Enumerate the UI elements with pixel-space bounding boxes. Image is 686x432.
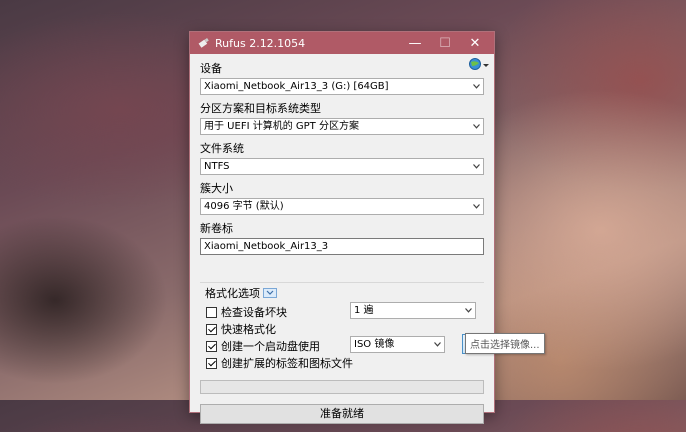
usb-drive-icon [198, 37, 210, 49]
chevron-down-icon [473, 204, 480, 209]
filesystem-select[interactable]: NTFS [200, 158, 484, 175]
window-title: Rufus 2.12.1054 [215, 36, 306, 50]
bootable-row[interactable]: 创建一个启动盘使用 [206, 338, 320, 354]
extended-label-label: 创建扩展的标签和图标文件 [221, 357, 353, 370]
chevron-down-icon [473, 164, 480, 169]
progress-bar [200, 380, 484, 394]
status-bar: 准备就绪 [200, 404, 484, 424]
device-value: Xiaomi_Netbook_Air13_3 (G:) [64GB] [204, 81, 389, 92]
passes-select[interactable]: 1 遍 [350, 302, 476, 319]
rufus-window: Rufus 2.12.1054 — ☐ ✕ 设备 Xiaomi_Netbook_… [190, 32, 494, 424]
check-bad-blocks-row[interactable]: 检查设备坏块 [206, 304, 287, 320]
format-options-group: 格式化选项 检查设备坏块 1 遍 快速格式化 创建一个启动盘使用 ISO 镜像 … [200, 282, 484, 371]
language-button[interactable] [468, 57, 492, 74]
title-bar[interactable]: Rufus 2.12.1054 — ☐ ✕ [190, 32, 494, 54]
chevron-down-icon [473, 124, 480, 129]
volume-label-input[interactable]: Xiaomi_Netbook_Air13_3 [200, 238, 484, 255]
cluster-size-value: 4096 字节 (默认) [204, 201, 284, 212]
format-options-header[interactable]: 格式化选项 [205, 285, 277, 301]
boot-type-select[interactable]: ISO 镜像 [350, 336, 445, 353]
select-image-tooltip: 点击选择镜像... [465, 333, 545, 354]
chevron-down-icon [465, 308, 472, 313]
maximize-button[interactable]: ☐ [430, 32, 460, 54]
close-button[interactable]: ✕ [460, 32, 490, 54]
passes-value: 1 遍 [354, 305, 374, 316]
main-panel: 设备 Xiaomi_Netbook_Air13_3 (G:) [64GB] 分区… [200, 54, 489, 432]
minimize-button[interactable]: — [400, 32, 430, 54]
boot-type-value: ISO 镜像 [354, 339, 395, 350]
volume-label-label: 新卷标 [200, 222, 233, 235]
quick-format-label: 快速格式化 [221, 323, 276, 336]
expand-toggle-icon [263, 288, 277, 298]
quick-format-checkbox[interactable] [206, 323, 217, 335]
chevron-down-icon [473, 84, 480, 89]
chevron-down-icon [434, 342, 441, 347]
extended-label-row[interactable]: 创建扩展的标签和图标文件 [206, 355, 353, 371]
cluster-size-select[interactable]: 4096 字节 (默认) [200, 198, 484, 215]
bootable-label: 创建一个启动盘使用 [221, 340, 320, 353]
check-bad-blocks-checkbox[interactable] [206, 306, 217, 318]
device-label: 设备 [200, 62, 222, 75]
partition-value: 用于 UEFI 计算机的 GPT 分区方案 [204, 121, 359, 132]
quick-format-row[interactable]: 快速格式化 [206, 321, 276, 337]
extended-label-checkbox[interactable] [206, 357, 217, 369]
chevron-down-icon [482, 59, 490, 72]
bootable-checkbox[interactable] [206, 340, 217, 352]
cluster-size-label: 簇大小 [200, 182, 233, 195]
globe-icon [468, 57, 482, 74]
filesystem-label: 文件系统 [200, 142, 244, 155]
format-options-title: 格式化选项 [205, 287, 260, 300]
check-bad-blocks-label: 检查设备坏块 [221, 306, 287, 319]
partition-label: 分区方案和目标系统类型 [200, 102, 321, 115]
partition-select[interactable]: 用于 UEFI 计算机的 GPT 分区方案 [200, 118, 484, 135]
device-select[interactable]: Xiaomi_Netbook_Air13_3 (G:) [64GB] [200, 78, 484, 95]
filesystem-value: NTFS [204, 161, 230, 172]
